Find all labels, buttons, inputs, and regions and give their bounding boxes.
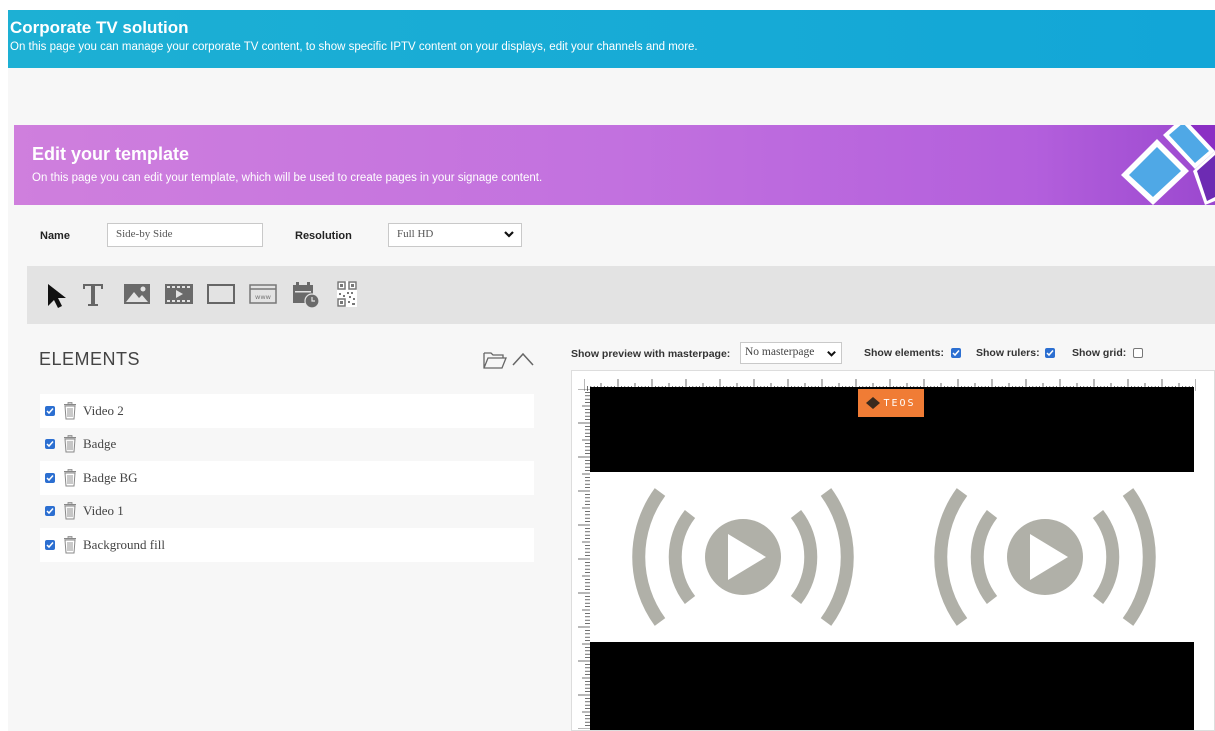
elements-title: ELEMENTS xyxy=(39,349,141,369)
text-icon xyxy=(83,284,103,306)
chevron-down-icon xyxy=(504,231,514,238)
qr-code-tool-button[interactable] xyxy=(331,278,363,310)
masterpage-select[interactable]: No masterpage xyxy=(740,342,842,364)
show-rulers-label: Show rulers: xyxy=(976,347,1040,359)
video-tool-button[interactable] xyxy=(163,278,195,310)
image-icon xyxy=(124,284,150,304)
video-2-placeholder[interactable] xyxy=(920,482,1170,632)
elements-panel-actions xyxy=(483,348,537,372)
badge-text: TEOS xyxy=(883,397,916,409)
template-settings-row: Name Side-by Side Resolution Full HD xyxy=(14,205,1215,265)
trash-icon[interactable] xyxy=(63,468,77,487)
masterpage-value: No masterpage xyxy=(745,346,815,358)
elements-panel: ELEMENTS Video 2 Badge Badge BG Video 1 … xyxy=(27,324,554,731)
resolution-label: Resolution xyxy=(295,230,352,242)
list-item[interactable]: Background fill xyxy=(40,528,534,562)
web-icon: www xyxy=(249,284,277,304)
element-visible-checkbox[interactable] xyxy=(45,405,55,416)
pointer-icon xyxy=(48,284,66,308)
element-visible-checkbox[interactable] xyxy=(45,539,55,550)
show-rulers-checkbox[interactable] xyxy=(1045,348,1055,358)
page-subtitle: On this page you can manage your corpora… xyxy=(10,41,698,53)
list-item[interactable]: Video 2 xyxy=(40,394,534,428)
name-input[interactable]: Side-by Side xyxy=(107,223,263,247)
element-label: Badge BG xyxy=(83,469,138,485)
svg-text:www: www xyxy=(255,293,272,301)
show-elements-checkbox[interactable] xyxy=(951,348,961,358)
show-grid-checkbox[interactable] xyxy=(1133,348,1143,358)
vertical-ruler[interactable] xyxy=(578,389,590,729)
trash-icon[interactable] xyxy=(63,435,77,453)
text-tool-button[interactable] xyxy=(77,278,109,310)
list-item[interactable]: Video 1 xyxy=(40,494,534,528)
list-item[interactable]: Badge BG xyxy=(40,461,534,495)
template-stage[interactable]: TEOS xyxy=(590,387,1194,730)
folder-open-icon[interactable] xyxy=(483,350,507,370)
qr-code-icon xyxy=(337,281,357,307)
show-grid-label: Show grid: xyxy=(1072,347,1127,359)
resolution-value: Full HD xyxy=(397,228,434,240)
image-tool-button[interactable] xyxy=(121,278,153,310)
calendar-tool-button[interactable] xyxy=(289,278,321,310)
trash-icon[interactable] xyxy=(63,502,77,520)
badge-logo-icon xyxy=(866,397,881,409)
element-label: Video 2 xyxy=(83,402,124,418)
pointer-tool-button[interactable] xyxy=(39,278,71,310)
element-visible-checkbox[interactable] xyxy=(45,472,55,483)
rectangle-icon xyxy=(207,284,235,304)
element-toolbar: www xyxy=(27,266,1215,324)
template-banner: Edit your template On this page you can … xyxy=(14,125,1215,205)
trash-icon[interactable] xyxy=(63,535,77,554)
badge-element[interactable]: TEOS xyxy=(858,389,924,417)
masterpage-label: Show preview with masterpage: xyxy=(571,348,731,360)
element-label: Badge xyxy=(83,436,117,452)
rectangle-tool-button[interactable] xyxy=(205,278,237,310)
trash-icon[interactable] xyxy=(63,401,77,420)
page-header: Corporate TV solution On this page you c… xyxy=(8,10,1215,68)
video-icon xyxy=(165,284,193,304)
chevron-down-icon xyxy=(827,350,836,357)
video-band xyxy=(590,472,1194,642)
chevron-up-icon[interactable] xyxy=(511,351,535,367)
name-label: Name xyxy=(40,230,70,242)
element-visible-checkbox[interactable] xyxy=(45,439,55,450)
template-canvas[interactable]: TEOS xyxy=(571,370,1215,731)
elements-list: Video 2 Badge Badge BG Video 1 Backgroun… xyxy=(40,394,534,562)
template-title: Edit your template xyxy=(32,144,190,164)
resolution-select[interactable]: Full HD xyxy=(388,223,522,247)
template-subtitle: On this page you can edit your template,… xyxy=(32,172,543,184)
calendar-clock-icon xyxy=(293,282,320,309)
element-label: Video 1 xyxy=(83,503,124,519)
page-title: Corporate TV solution xyxy=(10,18,189,37)
list-item[interactable]: Badge xyxy=(40,427,534,461)
app-logo-icon xyxy=(1121,125,1215,205)
video-1-placeholder[interactable] xyxy=(618,482,868,632)
element-visible-checkbox[interactable] xyxy=(45,506,55,517)
element-label: Background fill xyxy=(83,536,165,552)
show-elements-label: Show elements: xyxy=(864,347,944,359)
web-tool-button[interactable]: www xyxy=(247,278,279,310)
preview-options-bar: Show preview with masterpage: No masterp… xyxy=(554,324,1215,370)
